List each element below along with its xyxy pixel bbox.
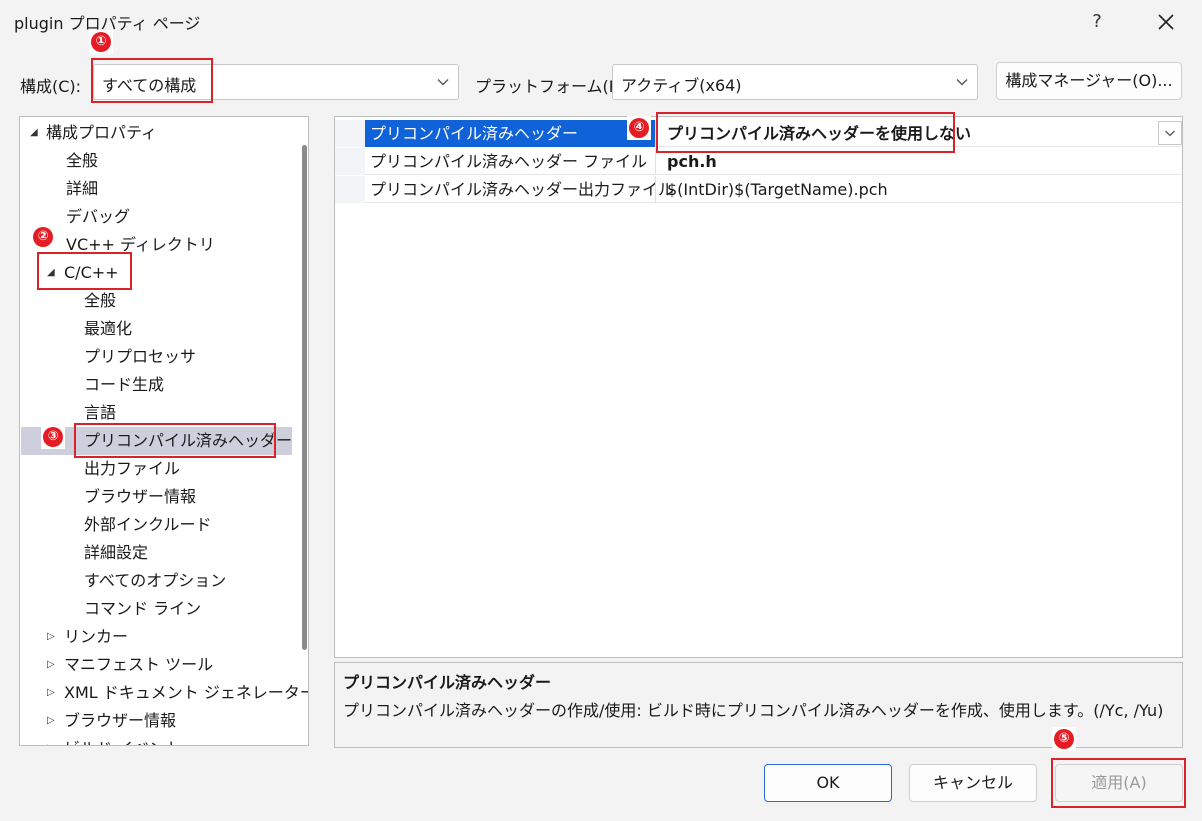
- tree-item-linker[interactable]: リンカー: [64, 623, 128, 651]
- grid-gutter: [335, 120, 365, 147]
- tree-item-advanced[interactable]: 詳細: [66, 175, 98, 203]
- ok-button[interactable]: OK: [764, 764, 892, 802]
- platform-dropdown[interactable]: アクティブ(x64): [612, 64, 978, 100]
- annotation-box-config: [91, 58, 213, 103]
- annotation-badge-wrap: ②: [31, 225, 55, 249]
- grid-property-value[interactable]: $(IntDir)$(TargetName).pch: [667, 176, 888, 203]
- tree-item-xml-doc-generator[interactable]: XML ドキュメント ジェネレーター: [64, 679, 308, 707]
- platform-label: プラットフォーム(P):: [475, 77, 631, 96]
- annotation-box-cpp: [37, 252, 132, 290]
- grid-divider[interactable]: [655, 176, 656, 203]
- chevron-down-icon: [437, 79, 449, 86]
- grid-gutter: [335, 176, 365, 203]
- grid-property-name[interactable]: プリコンパイル済みヘッダー ファイル: [365, 148, 655, 175]
- annotation-badge-5: ⑤: [1054, 729, 1074, 749]
- grid-property-name[interactable]: プリコンパイル済みヘッダー出力ファイル: [365, 176, 674, 203]
- description-title: プリコンパイル済みヘッダー: [343, 673, 552, 692]
- tree-item-browse-info[interactable]: ブラウザー情報: [84, 483, 196, 511]
- tree-item-all-options[interactable]: すべてのオプション: [84, 567, 226, 595]
- grid-row[interactable]: プリコンパイル済みヘッダー出力ファイル $(IntDir)$(TargetNam…: [335, 176, 1182, 203]
- tree-item-output-files[interactable]: 出力ファイル: [84, 455, 180, 483]
- close-icon: [1158, 14, 1174, 30]
- property-grid[interactable]: プリコンパイル済みヘッダー プリコンパイル済みヘッダーを使用しない プリコンパイ…: [334, 116, 1183, 658]
- annotation-badge-2: ②: [33, 227, 53, 247]
- collapsed-triangle-icon[interactable]: ▷: [47, 623, 55, 651]
- grid-dropdown-button[interactable]: [1158, 121, 1182, 145]
- tree-item-cpp-general[interactable]: 全般: [84, 287, 116, 315]
- config-label: 構成(C):: [20, 77, 82, 96]
- close-button[interactable]: [1148, 4, 1184, 40]
- tree-item-command-line[interactable]: コマンド ライン: [84, 595, 201, 623]
- tree-item-optimization[interactable]: 最適化: [84, 315, 132, 343]
- config-manager-button[interactable]: 構成マネージャー(O)...: [996, 62, 1182, 100]
- tree-item-manifest-tool[interactable]: マニフェスト ツール: [64, 651, 213, 679]
- tree-item-advanced-settings[interactable]: 詳細設定: [84, 539, 148, 567]
- annotation-box-precompiled: [74, 423, 276, 458]
- tree-item-config-properties[interactable]: 構成プロパティ: [46, 119, 157, 147]
- annotation-badge-4: ④: [629, 118, 649, 138]
- description-text: プリコンパイル済みヘッダーの作成/使用: ビルド時にプリコンパイル済みヘッダーを…: [343, 701, 1164, 720]
- annotation-badge-wrap: ⑤: [1052, 727, 1076, 751]
- collapsed-triangle-icon[interactable]: ▷: [47, 735, 55, 745]
- cancel-button[interactable]: キャンセル: [909, 764, 1037, 802]
- tree-item-debugging[interactable]: デバッグ: [66, 203, 130, 231]
- annotation-badge-wrap: ④: [627, 116, 651, 140]
- annotation-badge-3: ③: [43, 427, 63, 447]
- collapsed-triangle-icon[interactable]: ▷: [47, 651, 55, 679]
- grid-gutter: [335, 148, 365, 175]
- tree-item-external-includes[interactable]: 外部インクルード: [84, 511, 212, 539]
- grid-property-name[interactable]: プリコンパイル済みヘッダー: [365, 120, 655, 147]
- expanded-triangle-icon[interactable]: ◢: [30, 119, 38, 147]
- tree-item-code-generation[interactable]: コード生成: [84, 371, 164, 399]
- annotation-badge-wrap: ①: [89, 30, 113, 54]
- annotation-badge-1: ①: [91, 32, 111, 52]
- annotation-box-grid-value: [656, 112, 955, 153]
- platform-value: アクティブ(x64): [621, 76, 742, 95]
- tree-scrollbar[interactable]: [302, 145, 307, 650]
- tree-item-general[interactable]: 全般: [66, 147, 98, 175]
- tree-item-preprocessor[interactable]: プリプロセッサ: [84, 343, 196, 371]
- collapsed-triangle-icon[interactable]: ▷: [47, 679, 55, 707]
- collapsed-triangle-icon[interactable]: ▷: [47, 707, 55, 735]
- tree-item-build-events[interactable]: ビルド イベント: [64, 735, 181, 745]
- chevron-down-icon: [956, 79, 968, 86]
- help-button[interactable]: ?: [1082, 6, 1112, 38]
- annotation-box-apply: [1051, 758, 1186, 808]
- annotation-badge-wrap: ③: [41, 425, 65, 449]
- chevron-down-icon: [1165, 130, 1175, 137]
- title-bar: plugin プロパティ ページ ?: [0, 0, 1202, 46]
- tree-item-browse-information[interactable]: ブラウザー情報: [64, 707, 176, 735]
